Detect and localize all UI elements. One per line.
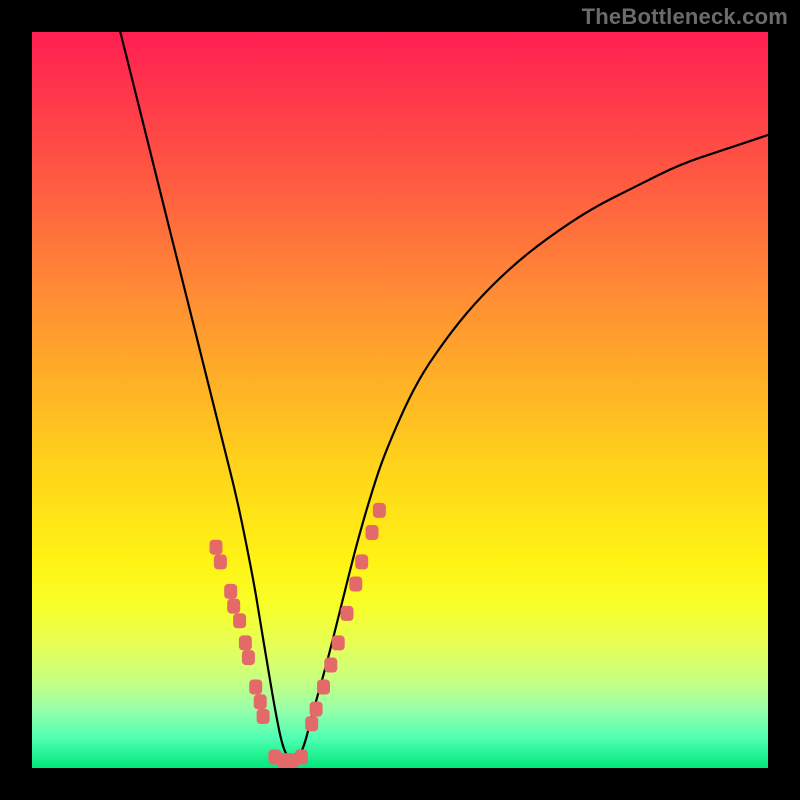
plot-area — [32, 32, 768, 768]
marker-dot — [310, 702, 323, 717]
marker-dot — [227, 599, 240, 614]
marker-dot — [214, 554, 227, 569]
watermark-text: TheBottleneck.com — [582, 4, 788, 30]
marker-dot — [341, 606, 354, 621]
marker-dot — [254, 694, 267, 709]
marker-dot — [332, 635, 345, 650]
marker-dot — [349, 577, 362, 592]
marker-dot — [324, 658, 337, 673]
marker-dot — [239, 635, 252, 650]
marker-dot — [305, 716, 318, 731]
chart-svg — [32, 32, 768, 768]
marker-dot — [233, 613, 246, 628]
marker-dot — [257, 709, 270, 724]
marker-dot — [210, 540, 223, 555]
marker-dot — [249, 680, 262, 695]
marker-dot — [242, 650, 255, 665]
marker-layer — [210, 503, 386, 768]
marker-dot — [224, 584, 237, 599]
marker-dot — [295, 750, 308, 765]
marker-dot — [373, 503, 386, 518]
bottleneck-curve — [120, 32, 768, 761]
marker-dot — [366, 525, 379, 540]
marker-dot — [355, 554, 368, 569]
chart-frame: TheBottleneck.com — [0, 0, 800, 800]
marker-dot — [317, 680, 330, 695]
